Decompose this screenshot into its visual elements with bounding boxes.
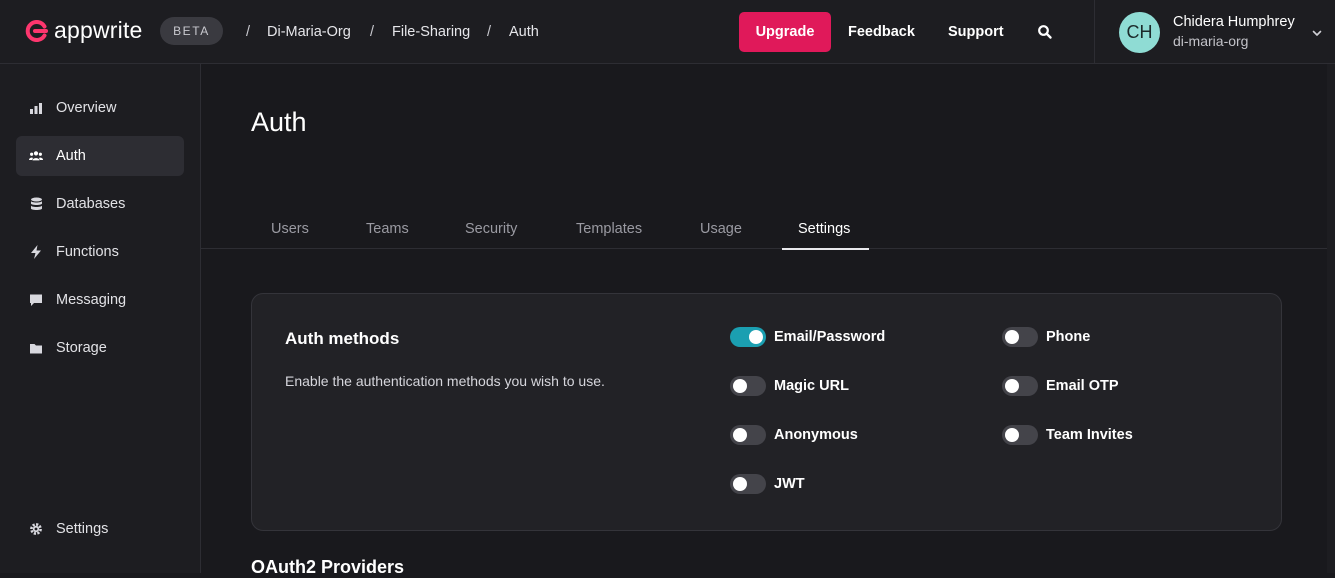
- scrollbar-track[interactable]: [1327, 64, 1335, 573]
- beta-badge: BETA: [160, 17, 223, 45]
- sidebar-item-label: Overview: [56, 100, 117, 116]
- toggle-label: Anonymous: [774, 427, 858, 443]
- toggle-email-password[interactable]: Email/Password: [730, 327, 885, 347]
- toggle-knob: [1005, 428, 1019, 442]
- tab-teams[interactable]: Teams: [366, 221, 409, 237]
- toggle-knob: [1005, 379, 1019, 393]
- sidebar-item-label: Settings: [56, 521, 109, 537]
- toggle-jwt[interactable]: JWT: [730, 474, 805, 494]
- user-name[interactable]: Chidera Humphrey: [1173, 14, 1295, 30]
- avatar[interactable]: CH: [1119, 12, 1160, 53]
- toggle-knob: [1005, 330, 1019, 344]
- toggle-label: Phone: [1046, 329, 1091, 345]
- sidebar-item-messaging[interactable]: Messaging: [16, 280, 184, 320]
- gear-icon: [29, 522, 43, 536]
- toggle-switch[interactable]: [1002, 425, 1038, 445]
- chat-icon: [29, 293, 43, 307]
- toggle-switch[interactable]: [1002, 376, 1038, 396]
- sidebar-item-databases[interactable]: Databases: [16, 184, 184, 224]
- lightning-icon: [29, 245, 43, 259]
- toggle-knob: [733, 477, 747, 491]
- sidebar-item-functions[interactable]: Functions: [16, 232, 184, 272]
- active-tab-indicator: [782, 248, 869, 250]
- search-icon[interactable]: [1037, 24, 1053, 45]
- sidebar-item-label: Storage: [56, 340, 107, 356]
- toggle-email-otp[interactable]: Email OTP: [1002, 376, 1119, 396]
- folder-icon: [29, 341, 43, 355]
- sidebar-item-auth[interactable]: Auth: [16, 136, 184, 176]
- tab-templates[interactable]: Templates: [576, 221, 642, 237]
- header-divider: [1094, 0, 1095, 64]
- support-link[interactable]: Support: [948, 24, 1004, 40]
- sidebar-item-label: Databases: [56, 196, 126, 212]
- breadcrumb-organization[interactable]: Di-Maria-Org: [267, 24, 351, 40]
- tab-security[interactable]: Security: [465, 221, 517, 237]
- breadcrumb-project[interactable]: File-Sharing: [392, 24, 470, 40]
- appwrite-logo[interactable]: appwrite: [24, 17, 143, 44]
- toggle-label: Magic URL: [774, 378, 849, 394]
- toggle-label: Team Invites: [1046, 427, 1133, 443]
- tab-usage[interactable]: Usage: [700, 221, 742, 237]
- toggle-team-invites[interactable]: Team Invites: [1002, 425, 1133, 445]
- sidebar-item-label: Auth: [56, 148, 86, 164]
- tab-users[interactable]: Users: [271, 221, 309, 237]
- breadcrumb-current[interactable]: Auth: [509, 24, 539, 40]
- upgrade-button[interactable]: Upgrade: [739, 12, 831, 52]
- users-icon: [29, 149, 43, 163]
- breadcrumb-separator: /: [487, 24, 492, 40]
- toggle-switch[interactable]: [730, 425, 766, 445]
- appwrite-logo-icon: [25, 19, 48, 42]
- sidebar-item-overview[interactable]: Overview: [16, 88, 184, 128]
- toggle-switch[interactable]: [730, 474, 766, 494]
- sidebar-item-label: Messaging: [56, 292, 127, 308]
- database-icon: [29, 197, 43, 211]
- toggle-switch[interactable]: [1002, 327, 1038, 347]
- toggle-switch[interactable]: [730, 327, 766, 347]
- brand-name: appwrite: [54, 17, 143, 43]
- toggle-label: JWT: [774, 476, 805, 492]
- bar-chart-icon: [29, 101, 43, 115]
- user-organization[interactable]: di-maria-org: [1173, 33, 1248, 49]
- toggle-label: Email/Password: [774, 329, 886, 345]
- toggle-magic-url[interactable]: Magic URL: [730, 376, 849, 396]
- top-bar: appwrite BETA / Di-Maria-Org / File-Shar…: [0, 0, 1335, 64]
- toggle-knob: [733, 379, 747, 393]
- chevron-down-icon[interactable]: [1311, 26, 1323, 44]
- page-title: Auth: [251, 107, 307, 137]
- toggle-phone[interactable]: Phone: [1002, 327, 1090, 347]
- auth-methods-card: Auth methods Enable the authentication m…: [251, 293, 1282, 531]
- tabs-divider: [201, 248, 1327, 249]
- breadcrumb-separator: /: [370, 24, 375, 40]
- tab-settings[interactable]: Settings: [798, 221, 850, 237]
- sidebar: Overview Auth Databases Functions Messag…: [0, 64, 201, 573]
- sidebar-item-label: Functions: [56, 244, 119, 260]
- auth-methods-title: Auth methods: [285, 329, 400, 348]
- toggle-knob: [733, 428, 747, 442]
- toggle-label: Email OTP: [1046, 378, 1119, 394]
- toggle-knob: [749, 330, 763, 344]
- sidebar-item-settings[interactable]: Settings: [16, 509, 184, 549]
- toggle-anonymous[interactable]: Anonymous: [730, 425, 858, 445]
- auth-methods-description: Enable the authentication methods you wi…: [285, 373, 605, 389]
- toggle-switch[interactable]: [730, 376, 766, 396]
- oauth2-providers-title: OAuth2 Providers: [251, 557, 405, 577]
- feedback-link[interactable]: Feedback: [848, 24, 915, 40]
- sidebar-item-storage[interactable]: Storage: [16, 328, 184, 368]
- breadcrumb-separator: /: [246, 24, 251, 40]
